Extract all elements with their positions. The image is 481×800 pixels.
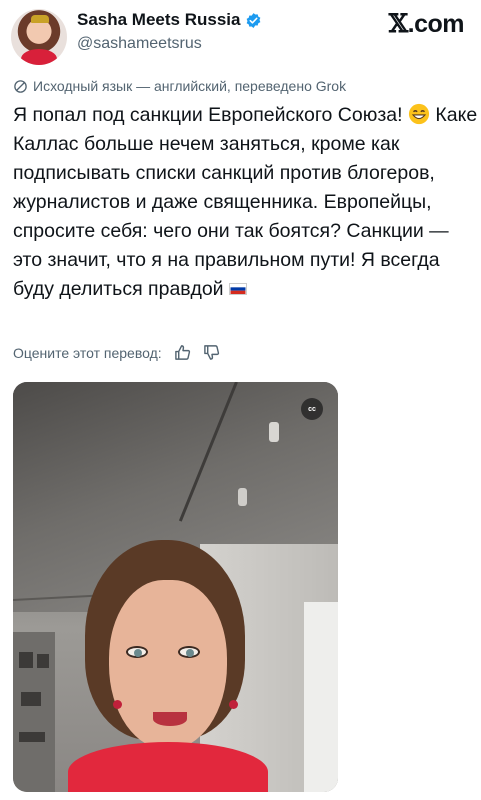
tweet-text: Я попал под санкции Европейского Союза! … bbox=[13, 101, 478, 304]
closed-captions-button[interactable]: cc bbox=[301, 398, 323, 420]
video-person-earring bbox=[113, 700, 122, 709]
video-person-mouth bbox=[153, 712, 187, 726]
video-scene-lamp bbox=[238, 488, 247, 506]
video-scene-shelf-item bbox=[19, 652, 33, 668]
tweet-header: Sasha Meets Russia @sashameetsrus 𝕏.com bbox=[0, 0, 481, 72]
video-scene-shelf-item bbox=[37, 654, 49, 668]
tweet-text-body: Каке Каллас больше нечем заняться, кроме… bbox=[13, 104, 478, 300]
avatar-crown bbox=[31, 15, 49, 23]
video-scene-shelf bbox=[13, 632, 55, 792]
translation-note: Исходный язык — английский, переведено G… bbox=[13, 78, 346, 94]
thumbs-up-icon[interactable] bbox=[174, 344, 191, 361]
avatar-dress bbox=[21, 49, 57, 65]
rate-translation-row: Оцените этот перевод: bbox=[13, 344, 220, 361]
video-scene-shelf-item bbox=[21, 692, 41, 706]
verified-badge-icon bbox=[247, 12, 261, 28]
video-player[interactable]: cc bbox=[13, 382, 338, 792]
grinning-face-emoji-icon bbox=[408, 103, 430, 125]
russia-flag-icon bbox=[228, 283, 247, 295]
translate-icon bbox=[14, 79, 27, 93]
thumbs-down-icon[interactable] bbox=[203, 344, 220, 361]
video-scene-door bbox=[304, 602, 338, 792]
x-com-logo: 𝕏.com bbox=[388, 9, 465, 39]
rate-translation-label: Оцените этот перевод: bbox=[13, 344, 162, 361]
video-scene-lamp bbox=[269, 422, 279, 442]
x-logo-suffix: .com bbox=[407, 10, 465, 38]
video-person-earring bbox=[229, 700, 238, 709]
video-person-eye bbox=[178, 646, 200, 658]
avatar[interactable] bbox=[11, 9, 67, 65]
tweet-text-line-1: Я попал под санкции Европейского Союза! bbox=[13, 104, 403, 126]
user-handle[interactable]: @sashameetsrus bbox=[77, 35, 202, 53]
display-name[interactable]: Sasha Meets Russia bbox=[77, 10, 240, 30]
translation-note-text: Исходный язык — английский, переведено G… bbox=[33, 78, 347, 94]
video-person-eye bbox=[126, 646, 148, 658]
display-name-row: Sasha Meets Russia bbox=[77, 10, 262, 30]
x-logo-glyph: 𝕏 bbox=[388, 9, 408, 38]
video-scene-shelf-item bbox=[19, 732, 45, 742]
